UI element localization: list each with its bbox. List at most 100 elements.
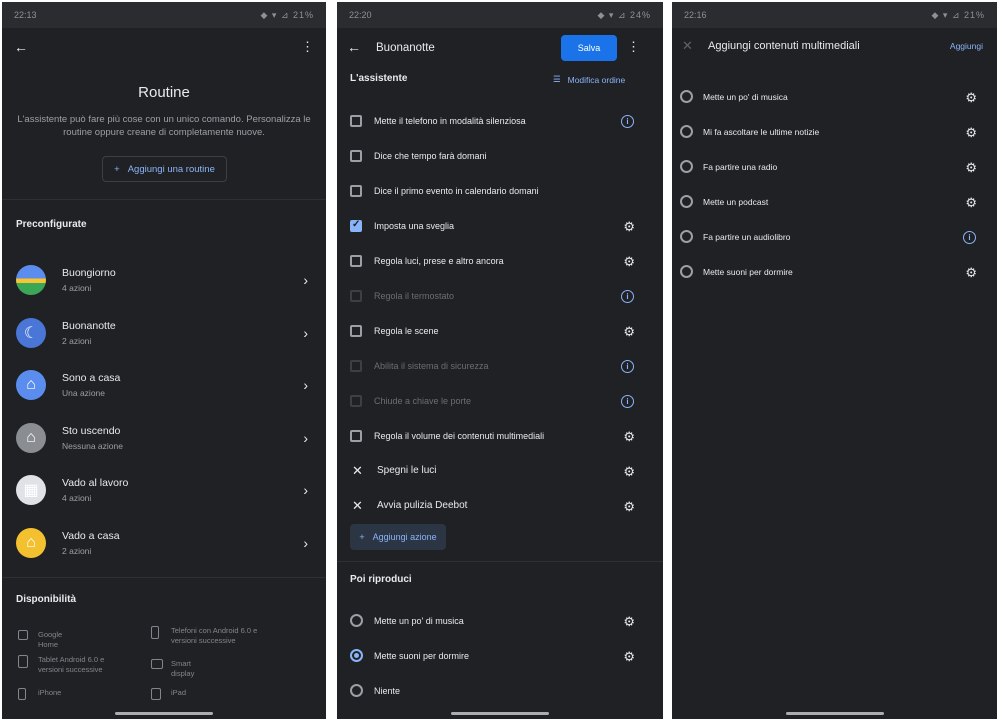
- close-icon[interactable]: ✕: [682, 38, 693, 54]
- media-option-label: Mette un podcast: [703, 197, 769, 207]
- action-item[interactable]: ✕ Spegni le luci ⚙: [337, 454, 663, 489]
- media-radio[interactable]: [680, 125, 693, 138]
- settings-gear-icon[interactable]: ⚙: [965, 265, 977, 281]
- routine-name: Buongiorno: [62, 267, 116, 279]
- action-checkbox[interactable]: [350, 150, 362, 162]
- action-checkbox[interactable]: [350, 219, 362, 232]
- status-time: 22:20: [349, 10, 372, 20]
- add-media-option[interactable]: Fa partire una radio ⚙: [672, 150, 997, 185]
- media-option[interactable]: Mette suoni per dormire ⚙: [337, 639, 663, 674]
- routine-title: Buonanotte: [376, 42, 435, 54]
- routine-item[interactable]: ⌂ Sono a casa Una azione ›: [2, 360, 326, 412]
- settings-gear-icon[interactable]: ⚙: [623, 649, 635, 665]
- save-button[interactable]: Salva: [561, 35, 617, 61]
- back-arrow-icon[interactable]: ←: [14, 40, 28, 54]
- action-checkbox[interactable]: [350, 325, 362, 337]
- action-item[interactable]: Imposta una sveglia ⚙: [337, 209, 663, 244]
- settings-gear-icon[interactable]: ⚙: [623, 614, 635, 630]
- action-item[interactable]: Dice che tempo farà domani: [337, 139, 663, 174]
- action-item[interactable]: Regola le scene ⚙: [337, 314, 663, 349]
- settings-gear-icon[interactable]: ⚙: [623, 464, 635, 480]
- commute-home-icon: ⌂: [16, 527, 46, 558]
- status-icons: ◆ ▾ ⊿ 21%: [260, 9, 314, 20]
- action-item[interactable]: ✕ Avvia pulizia Deebot ⚙: [337, 489, 663, 524]
- add-action-button[interactable]: + Aggiungi azione: [350, 524, 446, 550]
- media-option[interactable]: Mette un po' di musica ⚙: [337, 604, 663, 639]
- gesture-bar[interactable]: [785, 712, 884, 715]
- routine-item[interactable]: ▦ Vado al lavoro 4 azioni ›: [2, 465, 326, 517]
- assistant-header: L'assistente: [350, 73, 408, 84]
- routine-action-count: Una azione: [62, 388, 106, 398]
- media-radio[interactable]: [680, 195, 693, 208]
- settings-gear-icon[interactable]: ⚙: [623, 324, 635, 340]
- add-media-option[interactable]: Mette un podcast ⚙: [672, 185, 997, 220]
- home-icon: ⌂: [16, 370, 46, 400]
- settings-gear-icon[interactable]: ⚙: [623, 254, 635, 270]
- settings-gear-icon[interactable]: ⚙: [623, 219, 635, 235]
- action-label: Mette il telefono in modalità silenziosa: [374, 116, 526, 126]
- routines-screen: 22:13 ◆ ▾ ⊿ 21% ← ⋮ Routine L'assistente…: [2, 2, 326, 719]
- info-icon[interactable]: i: [621, 290, 634, 303]
- reorder-icon: ☰: [553, 74, 561, 84]
- more-options-icon[interactable]: ⋮: [627, 40, 640, 53]
- media-radio[interactable]: [680, 230, 693, 243]
- media-option[interactable]: Niente: [337, 674, 663, 709]
- media-radio[interactable]: [350, 649, 363, 662]
- settings-gear-icon[interactable]: ⚙: [965, 160, 977, 176]
- action-label: Imposta una sveglia: [374, 221, 455, 231]
- action-checkbox: [350, 360, 362, 372]
- action-label: Regola il termostato: [374, 291, 455, 301]
- media-radio[interactable]: [350, 684, 363, 697]
- chevron-right-icon: ›: [303, 482, 308, 498]
- media-radio[interactable]: [680, 265, 693, 278]
- action-checkbox: [350, 290, 362, 302]
- media-radio[interactable]: [680, 90, 693, 103]
- routine-item[interactable]: Buongiorno 4 azioni ›: [2, 255, 326, 307]
- action-item[interactable]: Regola il volume dei contenuti multimedi…: [337, 419, 663, 454]
- add-action-label: Aggiungi azione: [372, 532, 437, 542]
- routine-action-count: 2 azioni: [62, 335, 92, 346]
- remove-icon[interactable]: ✕: [352, 498, 363, 514]
- info-icon[interactable]: i: [963, 231, 976, 244]
- status-icons: ◆ ▾ ⊿ 21%: [931, 9, 985, 20]
- modify-order-button[interactable]: ☰ Modifica ordine: [553, 74, 625, 85]
- action-item[interactable]: Mette il telefono in modalità silenziosa…: [337, 104, 663, 139]
- media-option-label: Fa partire una radio: [703, 162, 778, 172]
- media-radio[interactable]: [350, 614, 363, 627]
- action-label: Abilita il sistema di sicurezza: [374, 361, 489, 371]
- action-checkbox[interactable]: [350, 430, 362, 442]
- add-button[interactable]: Aggiungi: [950, 41, 983, 51]
- remove-icon[interactable]: ✕: [352, 463, 363, 479]
- add-media-option[interactable]: Fa partire un audiolibro i: [672, 220, 997, 255]
- routine-action-count: 4 azioni: [62, 493, 92, 503]
- action-checkbox[interactable]: [350, 115, 362, 127]
- back-arrow-icon[interactable]: ←: [347, 40, 361, 54]
- action-checkbox[interactable]: [350, 255, 362, 267]
- settings-gear-icon[interactable]: ⚙: [965, 125, 977, 141]
- add-routine-button[interactable]: + Aggiungi una routine: [102, 156, 227, 182]
- settings-gear-icon[interactable]: ⚙: [623, 429, 635, 445]
- info-icon[interactable]: i: [621, 395, 634, 408]
- add-media-option[interactable]: Mette un po' di musica ⚙: [672, 80, 997, 115]
- settings-gear-icon[interactable]: ⚙: [965, 195, 977, 211]
- routine-item[interactable]: ⌂ Sto uscendo Nessuna azione ›: [2, 413, 326, 465]
- routine-item[interactable]: ☾ Buonanotte 2 azioni ›: [2, 308, 326, 360]
- add-media-option[interactable]: Mi fa ascoltare le ultime notizie ⚙: [672, 115, 997, 150]
- info-icon[interactable]: i: [621, 115, 634, 128]
- routine-item[interactable]: ⌂ Vado a casa 2 azioni ›: [2, 518, 326, 570]
- settings-gear-icon[interactable]: ⚙: [965, 90, 977, 106]
- action-item[interactable]: Dice il primo evento in calendario doman…: [337, 174, 663, 209]
- gesture-bar[interactable]: [451, 712, 549, 715]
- media-radio[interactable]: [680, 160, 693, 173]
- more-options-icon[interactable]: ⋮: [301, 40, 314, 53]
- action-checkbox[interactable]: [350, 185, 362, 197]
- action-label: Dice il primo evento in calendario doman…: [374, 186, 539, 196]
- chevron-right-icon: ›: [303, 377, 308, 393]
- info-icon[interactable]: i: [621, 360, 634, 373]
- action-item[interactable]: Regola luci, prese e altro ancora ⚙: [337, 244, 663, 279]
- page-description: L'assistente può fare più cose con un un…: [17, 114, 311, 138]
- gesture-bar[interactable]: [115, 712, 213, 715]
- media-option-label: Mette suoni per dormire: [703, 267, 793, 277]
- add-media-option[interactable]: Mette suoni per dormire ⚙: [672, 255, 997, 290]
- settings-gear-icon[interactable]: ⚙: [623, 499, 635, 515]
